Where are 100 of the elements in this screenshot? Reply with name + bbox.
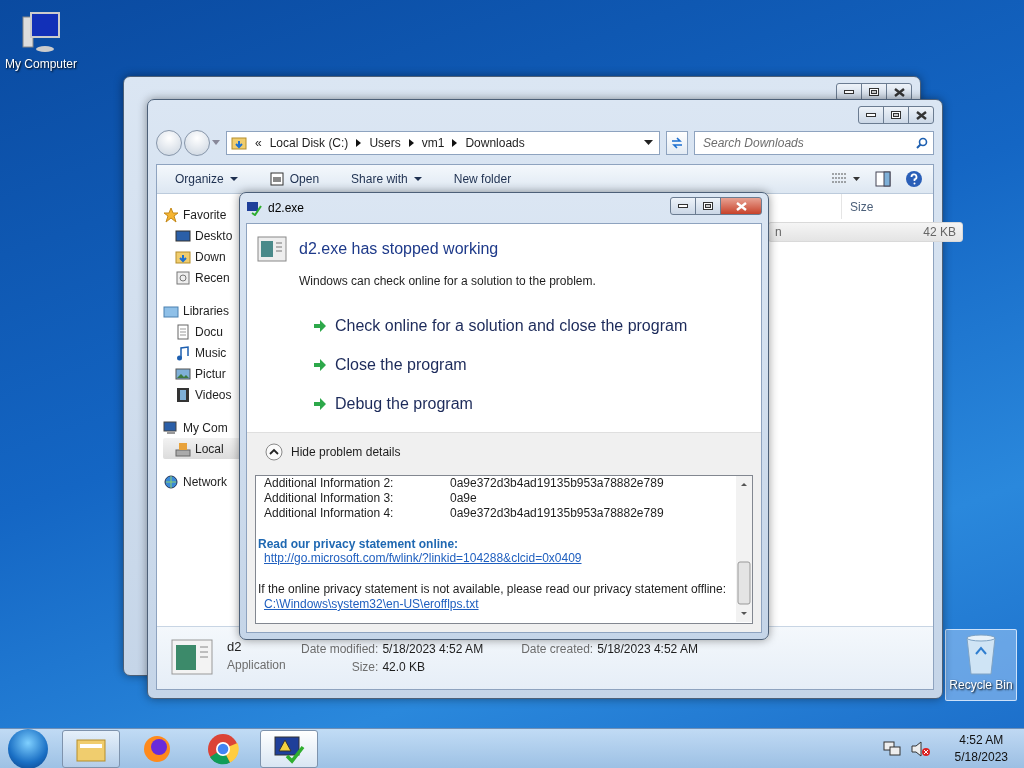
privacy-heading: Read our privacy statement online: [258, 537, 460, 551]
back-button[interactable] [156, 130, 182, 156]
close-icon [915, 110, 927, 120]
dialog-heading: d2.exe has stopped working [299, 240, 499, 258]
close-icon [735, 201, 747, 211]
search-icon [916, 137, 928, 149]
info-label: Additional Information 4: [264, 506, 395, 521]
view-options-icon[interactable] [831, 172, 861, 186]
forward-button[interactable] [184, 130, 210, 156]
minimize-icon [844, 90, 854, 94]
music-note-icon [175, 344, 191, 361]
arrow-icon [313, 397, 327, 412]
close-button[interactable] [908, 106, 934, 124]
property-value: 42.0 KB [382, 660, 427, 674]
minimize-icon [678, 204, 688, 208]
command-link[interactable]: Debug the program [313, 384, 751, 424]
chevron-icon [408, 139, 414, 147]
desktop-icon[interactable]: My Computer [0, 8, 82, 84]
scrollbar[interactable] [736, 476, 752, 622]
minimize-button[interactable] [670, 197, 696, 215]
browser-circle-icon [207, 732, 239, 765]
chevron-icon [452, 139, 458, 147]
window-title: d2.exe [268, 201, 306, 215]
monitor-icon [175, 227, 191, 244]
privacy-link[interactable]: http://go.microsoft.com/fwlink/?linkid=104288&clcid=0x0409 [264, 551, 734, 566]
arrow-icon [313, 318, 327, 333]
breadcrumb[interactable]: Local Disk (C:) [269, 136, 349, 150]
caret-icon [212, 140, 220, 146]
restore-icon [869, 88, 879, 96]
command-link[interactable]: Close the program [313, 345, 751, 385]
monitor-warning-icon [273, 733, 305, 764]
column-header[interactable]: Size [841, 194, 960, 219]
speaker-muted-icon[interactable] [910, 740, 931, 757]
computer-icon [163, 419, 179, 436]
document-icon [175, 323, 191, 340]
folder-icon [231, 135, 247, 151]
computer-icon [19, 11, 63, 55]
property-label: Date modified: [301, 642, 379, 656]
toolbar-button[interactable]: Organize [167, 167, 246, 191]
caret-icon [229, 176, 238, 182]
globe-icon [163, 473, 179, 490]
chevron-icon [265, 443, 283, 461]
application-icon [257, 236, 287, 262]
refresh-button[interactable] [666, 131, 688, 155]
info-label: Additional Information 2: [264, 476, 395, 491]
info-value: 0a9e [450, 491, 478, 506]
film-icon [175, 386, 191, 403]
fox-globe-icon [142, 733, 172, 764]
clock[interactable]: 4:52 AM 5/18/2023 [954, 733, 1008, 764]
desktop-icon-label: My Computer [5, 57, 77, 71]
file-row[interactable]: n 42 KB [768, 222, 963, 242]
refresh-icon [670, 137, 684, 149]
toolbar-button[interactable]: Share with [343, 167, 430, 191]
info-value: 0a9e372d3b4ad19135b953a78882e789 [450, 506, 665, 521]
start-button[interactable] [8, 728, 48, 768]
command-link[interactable]: Check online for a solution and close the program [313, 306, 751, 346]
details-toggle[interactable]: Hide problem details [255, 433, 753, 471]
breadcrumb[interactable]: vm1 [421, 136, 445, 150]
restore-icon [703, 202, 713, 210]
taskbar-button[interactable] [260, 729, 318, 768]
picture-icon [175, 365, 191, 382]
recent-places-icon [175, 269, 191, 286]
toolbar-button[interactable]: Open [261, 167, 328, 191]
file-path-link[interactable]: C:\Windows\system32\en-US\erofflps.txt [264, 597, 734, 612]
restore-icon [891, 111, 901, 119]
maximize-button[interactable] [695, 197, 721, 215]
info-label: Additional Information 3: [264, 491, 395, 506]
help-icon[interactable] [905, 170, 923, 188]
caret-icon [413, 176, 422, 182]
drive-icon [175, 440, 191, 457]
property-value: 5/18/2023 4:52 AM [597, 642, 698, 656]
date: 5/18/2023 [954, 750, 1008, 764]
caret-icon [644, 140, 653, 146]
property-label: Size: [350, 660, 379, 674]
file-name: n [775, 225, 782, 239]
file-size: 42 KB [923, 225, 956, 239]
network-icon[interactable] [882, 740, 901, 757]
minimize-button[interactable] [858, 106, 884, 124]
breadcrumb[interactable]: Downloads [465, 136, 525, 150]
minimize-icon [866, 113, 876, 117]
window-icon [269, 172, 284, 186]
application-icon [171, 639, 213, 675]
folder-icon [175, 248, 191, 265]
star-icon [163, 206, 179, 223]
arrow-icon [313, 358, 327, 372]
preview-pane-icon[interactable] [875, 171, 891, 187]
dialog-message: Windows can check online for a solution to the problem. [299, 274, 597, 288]
toolbar-button[interactable]: New folder [445, 167, 520, 191]
chevron-icon [356, 139, 362, 147]
desktop-icon-label: Recycle Bin [949, 678, 1013, 692]
property-label: Date created: [521, 642, 594, 656]
close-icon [893, 87, 905, 97]
address-bar[interactable]: « Local Disk (C:) Users vm1 Downloads [226, 131, 660, 155]
monitor-warning-icon [246, 200, 262, 216]
breadcrumb-overflow[interactable]: « [255, 136, 262, 150]
file-type: Application [227, 658, 287, 672]
maximize-button[interactable] [883, 106, 909, 124]
breadcrumb[interactable]: Users [369, 136, 401, 150]
property-value: 5/18/2023 4:52 AM [382, 642, 484, 656]
search-field[interactable]: Search Downloads [694, 131, 934, 155]
